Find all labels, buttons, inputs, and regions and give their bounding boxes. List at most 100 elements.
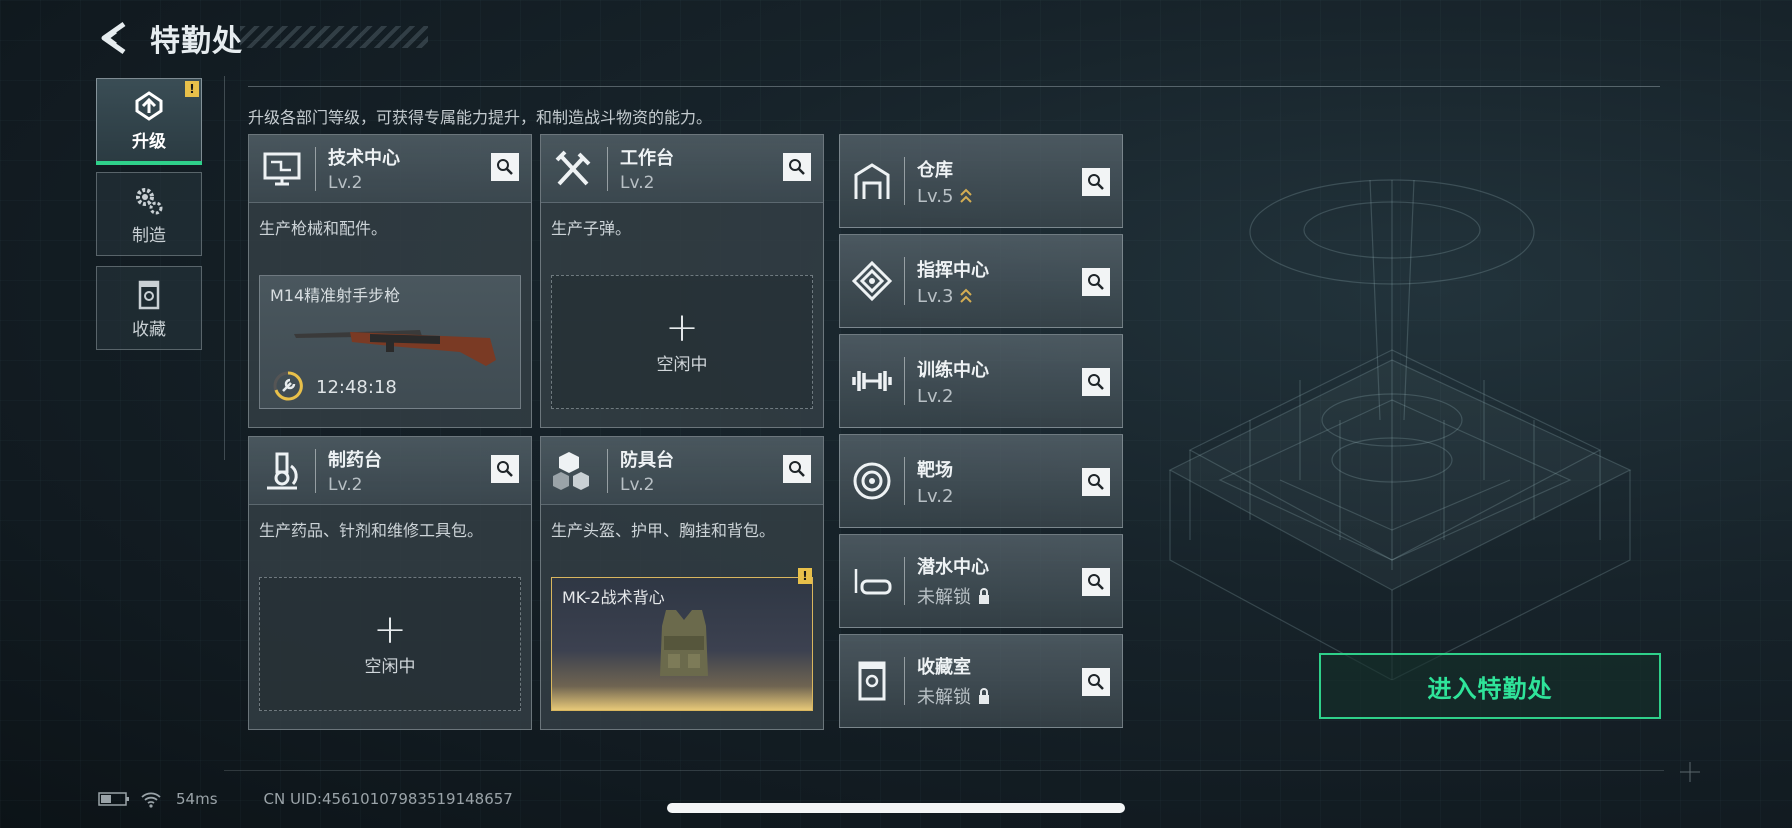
facility-name: 制药台 <box>328 450 382 471</box>
add-icon: + <box>665 304 699 351</box>
facility-card-shooting-range[interactable]: 靶场 Lv.2 <box>839 434 1123 528</box>
facility-card-warehouse[interactable]: 仓库 Lv.5 <box>839 134 1123 228</box>
search-button[interactable] <box>491 455 519 483</box>
facility-level: Lv.2 <box>328 475 363 495</box>
search-icon <box>497 461 513 477</box>
search-button[interactable] <box>1082 168 1110 196</box>
upgrade-chevron-icon <box>960 188 973 203</box>
search-button[interactable] <box>1082 568 1110 596</box>
facility-locked-status: 未解锁 <box>917 587 971 608</box>
divider <box>248 86 1660 87</box>
diving-mask-icon <box>854 569 892 595</box>
tools-icon <box>555 150 591 185</box>
search-button[interactable] <box>491 153 519 181</box>
search-icon <box>497 159 513 175</box>
nav-label: 制造 <box>132 225 166 246</box>
facility-name: 仓库 <box>917 159 953 181</box>
facility-card-diving-center[interactable]: 潜水中心 未解锁 <box>839 534 1123 628</box>
facility-name: 防具台 <box>620 450 674 471</box>
facility-locked-status: 未解锁 <box>917 687 971 708</box>
crosshair-decoration <box>1680 762 1700 782</box>
nav-tab-craft[interactable]: 制造 <box>96 172 202 256</box>
search-icon <box>789 461 805 477</box>
search-button[interactable] <box>1082 268 1110 296</box>
facility-card-collection-room[interactable]: 收藏室 未解锁 <box>839 634 1123 728</box>
search-button[interactable] <box>1082 368 1110 396</box>
nav-tab-collection[interactable]: 收藏 <box>96 266 202 350</box>
divider <box>224 770 1664 771</box>
facility-level: Lv.3 <box>917 285 954 307</box>
search-button[interactable] <box>1082 668 1110 696</box>
production-slot-ready[interactable]: ! MK-2战术背心 <box>551 568 813 711</box>
page-title: 特勤处 <box>150 24 243 59</box>
status-bar: 54ms CN UID:45610107983519148657 <box>98 790 513 808</box>
tactical-vest-image <box>660 610 708 676</box>
facility-level: Lv.2 <box>620 173 655 193</box>
search-button[interactable] <box>783 455 811 483</box>
page-description: 升级各部门等级，可获得专属能力提升，和制造战斗物资的能力。 <box>248 108 713 127</box>
search-icon <box>1088 274 1104 290</box>
battery-icon <box>98 792 129 806</box>
enter-special-ops-button[interactable]: 进入特勤处 <box>1319 653 1661 719</box>
wrench-progress-icon <box>273 371 303 401</box>
facility-name: 靶场 <box>917 459 953 481</box>
facility-level: Lv.2 <box>328 173 363 193</box>
ping-value: 54ms <box>176 790 218 808</box>
home-indicator[interactable] <box>667 803 1125 813</box>
facility-name: 收藏室 <box>917 657 971 678</box>
user-uid: CN UID:45610107983519148657 <box>263 790 513 808</box>
search-button[interactable] <box>1082 468 1110 496</box>
card-header: 工作台 Lv.2 <box>541 135 823 203</box>
collection-room-icon <box>858 661 886 701</box>
idle-status: 空闲中 <box>364 656 416 677</box>
computer-icon <box>263 152 301 185</box>
search-icon <box>789 159 805 175</box>
card-header: 制药台 Lv.2 <box>249 437 531 505</box>
search-icon <box>1088 174 1104 190</box>
lock-icon <box>979 588 989 604</box>
idle-status: 空闲中 <box>656 354 708 375</box>
upgrade-chevron-icon <box>960 288 973 303</box>
production-slot[interactable]: M14精准射手步枪 12:48:18 <box>259 275 521 409</box>
search-icon <box>1088 474 1104 490</box>
dumbbell-icon <box>852 371 892 391</box>
search-button[interactable] <box>783 153 811 181</box>
back-arrow-icon[interactable] <box>96 18 132 58</box>
facility-card-pharmacy[interactable]: 制药台 Lv.2 生产药品、针剂和维修工具包。 + 空闲中 <box>248 436 532 730</box>
title-decoration <box>240 26 428 48</box>
facility-name: 指挥中心 <box>917 259 989 281</box>
upgrade-icon <box>135 90 163 121</box>
facility-card-training-center[interactable]: 训练中心 Lv.2 <box>839 334 1123 428</box>
command-icon <box>851 260 893 302</box>
collection-icon <box>138 280 160 309</box>
divider <box>224 76 225 460</box>
search-icon <box>1088 674 1104 690</box>
gears-icon <box>136 187 163 214</box>
wifi-icon <box>141 792 161 808</box>
facility-description: 生产枪械和配件。 <box>259 219 388 238</box>
target-icon <box>853 462 891 500</box>
production-slot-empty[interactable]: + 空闲中 <box>259 577 521 711</box>
facility-description: 生产子弹。 <box>551 219 632 238</box>
facility-card-command-center[interactable]: 指挥中心 Lv.3 <box>839 234 1123 328</box>
facility-level: Lv.5 <box>917 185 954 207</box>
facility-card-armory[interactable]: 防具台 Lv.2 生产头盔、护甲、胸挂和背包。 ! MK-2战术背心 <box>540 436 824 730</box>
item-name: M14精准射手步枪 <box>270 286 401 305</box>
rifle-image <box>294 330 496 366</box>
facility-level: Lv.2 <box>917 485 954 507</box>
cubes-icon <box>553 451 589 490</box>
production-slot-empty[interactable]: + 空闲中 <box>551 275 813 409</box>
search-icon <box>1088 374 1104 390</box>
facility-card-tech-center[interactable]: 技术中心 Lv.2 生产枪械和配件。 M14精准射手步枪 12:48:18 <box>248 134 532 428</box>
facility-description: 生产头盔、护甲、胸挂和背包。 <box>551 521 776 540</box>
facility-name: 潜水中心 <box>917 557 989 578</box>
add-icon: + <box>373 606 407 653</box>
microscope-icon <box>267 452 298 489</box>
facility-card-workbench[interactable]: 工作台 Lv.2 生产子弹。 + 空闲中 <box>540 134 824 428</box>
nav-tab-upgrade[interactable]: ! 升级 <box>96 78 202 165</box>
warning-badge: ! <box>185 81 199 97</box>
card-header: 防具台 Lv.2 <box>541 437 823 505</box>
facility-level: Lv.2 <box>620 475 655 495</box>
facility-level: Lv.2 <box>917 385 954 407</box>
warning-badge: ! <box>798 568 812 584</box>
